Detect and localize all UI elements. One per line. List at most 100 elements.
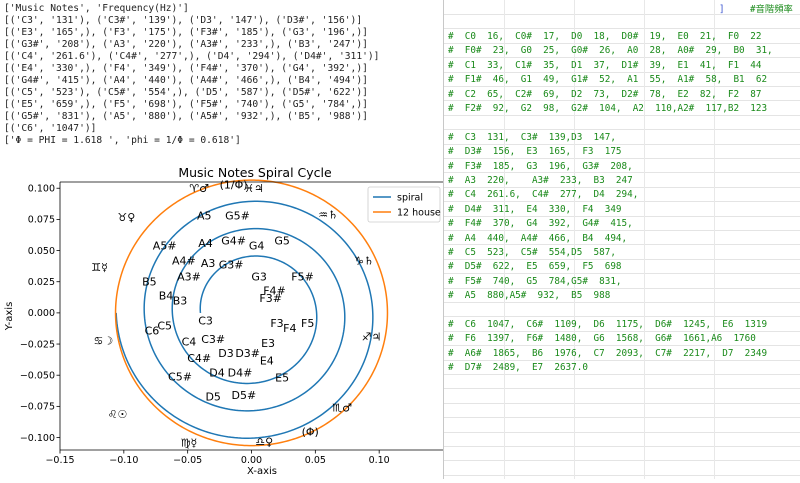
- sheet-grid-row: [444, 388, 800, 390]
- x-tick-label: 0.00: [241, 455, 262, 466]
- sheet-code-line: # A4 440, A4# 466, B4 494,: [448, 232, 628, 244]
- x-tick-label: 0.05: [305, 455, 326, 466]
- x-tick-label: −0.10: [109, 455, 138, 466]
- sheet-grid-row: [444, 287, 800, 289]
- sheet-grid-col: [644, 0, 645, 479]
- zodiac-label: ♉♀: [117, 211, 135, 224]
- sheet-grid-row: [444, 302, 800, 303]
- sheet-grid-row: [444, 460, 800, 462]
- note-label: F5: [301, 317, 314, 330]
- spiral-chart: Music Notes Spiral Cycle −0.15 −0.10 −0.05…: [4, 165, 443, 477]
- sheet-grid-row: [444, 201, 800, 203]
- spreadsheet-panel: ] #音階頻率 # C0 16, C0# 17, D0 18, D0# 19, …: [444, 0, 800, 479]
- zodiac-label: ♎♀: [255, 435, 273, 448]
- sheet-grid-col: [714, 0, 715, 479]
- y-tick-label: 0.050: [28, 246, 55, 257]
- x-tick-label: 0.10: [369, 455, 390, 466]
- note-label: C6: [145, 324, 160, 337]
- sheet-grid-row: [444, 359, 800, 361]
- sheet-grid-row: [444, 330, 800, 332]
- sheet-grid-row: [444, 186, 800, 188]
- sheet-grid-row: [444, 57, 800, 59]
- output-line: [('E3', '165',), ('F3', '175'), ('F3#', …: [4, 27, 368, 38]
- sheet-code-line: # C2 65, C2# 69, D2 73, D2# 78, E2 82, F…: [448, 88, 762, 100]
- sheet-code-line: # F0# 23, G0 25, G0# 26, A0 28, A0# 29, …: [448, 45, 773, 57]
- note-label: C4#: [187, 352, 211, 365]
- zodiac-label: ♑♄: [354, 255, 374, 268]
- note-label: C3#: [201, 333, 225, 346]
- note-label: C4: [182, 336, 197, 349]
- sheet-code-line: # C1 33, C1# 35, D1 37, D1# 39, E1 41, F…: [448, 59, 762, 71]
- note-label: A4: [198, 237, 213, 250]
- legend-label-12-house: 12 house: [397, 208, 441, 219]
- sheet-grid-row: [444, 71, 800, 73]
- output-line: [('C5', '523'), ('C5#', '554',), ('D5', …: [4, 87, 368, 98]
- sheet-code-line: # F6 1397, F6# 1480, G6 1568, G6# 1661,A…: [448, 333, 756, 345]
- note-label: B4: [159, 289, 174, 302]
- note-label: G5: [274, 235, 290, 248]
- note-label: D3#: [235, 347, 260, 360]
- sheet-bracket: ]: [719, 4, 725, 15]
- output-line: [('G4#', '415'), ('A4', '440'), ('A4#', …: [4, 75, 368, 86]
- sheet-grid-row: [444, 316, 800, 318]
- sheet-grid-row: [444, 446, 800, 447]
- sheet-code-line: # C6 1047, C6# 1109, D6 1175, D6# 1245, …: [448, 319, 768, 330]
- note-label: A4#: [172, 255, 196, 268]
- sheet-grid-row: [444, 230, 800, 231]
- note-label: E3: [261, 337, 275, 350]
- note-label: C5: [157, 319, 172, 332]
- sheet-grid-row: [444, 417, 800, 419]
- sheet-grid-row: [444, 345, 800, 347]
- output-line: [('C3', '131'), ('C3#', '139'), ('D3', '…: [4, 15, 363, 26]
- x-tick-label: −0.15: [45, 455, 74, 466]
- notebook-output: ['Music Notes', 'Frequency(Hz)'] [('C3',…: [0, 0, 443, 160]
- note-label: D4#: [228, 367, 253, 380]
- output-line: [('E4', '330',), ('F4', '349'), ('F4#', …: [4, 63, 368, 74]
- sheet-grid-row: [444, 100, 800, 102]
- note-label: E4: [260, 354, 274, 367]
- note-label: F3: [270, 317, 283, 330]
- sheet-grid-row: [444, 14, 800, 15]
- note-label: B5: [142, 276, 157, 289]
- sheet-code-line: # F3# 185, G3 196, G3# 208,: [448, 160, 633, 172]
- sheet-grid-row: [444, 129, 800, 131]
- sheet-code-line: # F4# 370, G4 392, G4# 415,: [448, 218, 633, 230]
- zodiac-label: ♐♃: [362, 331, 382, 344]
- sheet-code-line: # A3 220, A3# 233, B3 247: [448, 175, 633, 186]
- zodiac-label: ♏♂: [332, 402, 352, 415]
- sheet-grid-row: [444, 28, 800, 30]
- note-label: F4: [283, 322, 296, 335]
- sheet-grid-row: [444, 172, 800, 174]
- note-label: G3: [251, 271, 267, 284]
- legend-label-spiral: spiral: [397, 193, 423, 204]
- zodiac-label: ♒♄: [318, 208, 338, 221]
- zodiac-label: ♌☉: [108, 408, 128, 421]
- sheet-grid-row: [444, 244, 800, 246]
- zodiac-label: (Φ): [302, 425, 319, 438]
- sheet-code-line: # A5 880,A5# 932, B5 988: [448, 290, 611, 302]
- sheet-grid-row: [444, 431, 800, 433]
- note-label: D4: [209, 367, 224, 380]
- y-tick-label: 0.025: [28, 277, 55, 288]
- note-label: C3: [198, 314, 213, 327]
- chart-title: Music Notes Spiral Cycle: [178, 165, 332, 180]
- sheet-code-line: # F5# 740, G5 784,G5# 831,: [448, 275, 622, 287]
- output-line: ['Music Notes', 'Frequency(Hz)']: [4, 3, 189, 14]
- sheet-code-line: # C0 16, C0# 17, D0 18, D0# 19, E0 21, F…: [448, 31, 762, 42]
- sheet-code-line: # A6# 1865, B6 1976, C7 2093, C7# 2217, …: [448, 347, 768, 359]
- note-label: D3: [218, 347, 233, 360]
- note-label: G3#: [219, 258, 244, 271]
- zodiac-label: ♓♃: [244, 182, 264, 195]
- note-label: B3: [173, 294, 188, 307]
- output-line: [('E5', '659',), ('F5', '698'), ('F5#', …: [4, 99, 368, 110]
- sheet-grid-row: [444, 86, 800, 87]
- sheet-code-line: # C4 261.6, C4# 277, D4 294,: [448, 189, 639, 201]
- note-label: G4: [249, 240, 265, 253]
- y-tick-label: −0.100: [20, 433, 55, 444]
- y-tick-label: −0.050: [20, 371, 55, 382]
- sheet-header-comment: #音階頻率: [750, 4, 793, 15]
- zodiac-label: ♍☿: [181, 437, 198, 450]
- sheet-code-line: # F2# 92, G2 98, G2# 104, A2 110,A2# 117…: [448, 103, 768, 114]
- sheet-code-line: # C5 523, C5# 554,D5 587,: [448, 247, 616, 258]
- chart-container: Music Notes Spiral Cycle −0.15 −0.10 −0.05…: [0, 160, 443, 479]
